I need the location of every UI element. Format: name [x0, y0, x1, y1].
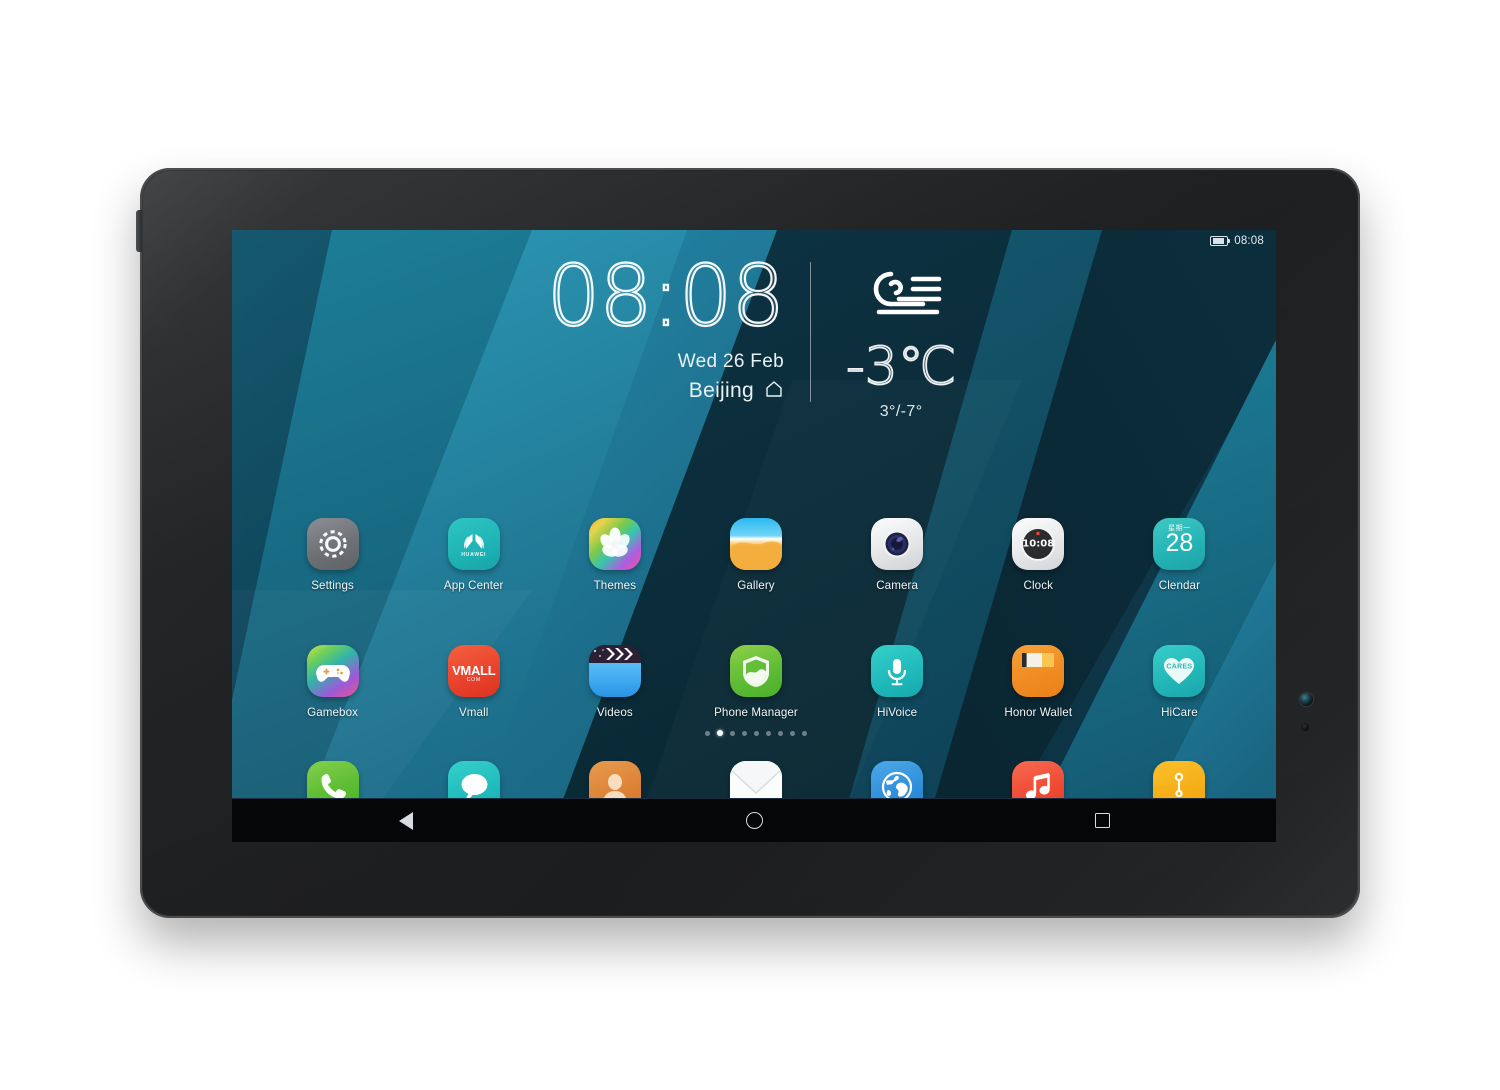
page-dot[interactable] [705, 730, 710, 736]
clapperboard-icon[interactable] [588, 645, 641, 697]
front-camera [1300, 693, 1313, 706]
app-clock[interactable]: 10:08 Clock [968, 518, 1109, 598]
vmall-domain: COM [466, 677, 481, 684]
app-label: Clendar [1158, 579, 1201, 592]
recents-square-icon [1094, 813, 1110, 828]
nav-back-button[interactable] [346, 799, 466, 843]
app-label: Videos [596, 706, 633, 719]
clock-face-icon[interactable]: 10:08 [1012, 518, 1065, 570]
app-label: HiVoice [877, 706, 918, 719]
nav-home-button[interactable] [694, 799, 814, 843]
back-triangle-icon [399, 811, 413, 830]
app-hivoice[interactable]: HiVoice [827, 645, 968, 725]
app-label: Gamebox [307, 706, 359, 719]
gamepad-icon[interactable] [306, 645, 359, 697]
app-gallery[interactable]: Gallery [685, 518, 826, 598]
page-dot[interactable] [766, 730, 771, 736]
row-gap [262, 598, 1250, 645]
clock-weather-widget[interactable]: 08:08 Wed 26 Feb Beijing -3℃ 3°/-7° [232, 248, 1276, 438]
page-dot[interactable] [754, 730, 759, 736]
app-label: Vmall [458, 706, 489, 719]
clock-date: Wed 26 Feb [677, 351, 784, 373]
app-app-center[interactable]: HUAWEI App Center [403, 518, 544, 598]
clock-icon-time: 10:08 [1022, 538, 1055, 550]
nav-recents-button[interactable] [1042, 799, 1162, 843]
app-calendar[interactable]: 星期一 28 Clendar [1109, 518, 1250, 598]
row-gap [262, 741, 1250, 761]
calendar-date-icon[interactable]: 星期一 28 [1153, 518, 1206, 570]
app-label: App Center [443, 579, 504, 592]
heart-icon[interactable]: CARES [1153, 645, 1206, 697]
battery-icon [1210, 236, 1231, 246]
microphone-icon[interactable] [871, 645, 924, 697]
huawei-appcenter-icon[interactable]: HUAWEI [447, 518, 500, 570]
app-row: Settings HUAWEI App Center Themes Galler… [262, 518, 1250, 598]
app-vmall[interactable]: VMALL COM Vmall [403, 645, 544, 725]
vmall-wordmark: VMALL [452, 662, 496, 678]
page-dot[interactable] [790, 730, 795, 736]
app-camera[interactable]: Camera [827, 518, 968, 598]
app-hicare[interactable]: CARES HiCare [1109, 645, 1250, 725]
weather-temperature: -3℃ [845, 337, 957, 397]
wallet-icon[interactable] [1012, 645, 1065, 697]
app-label: Settings [311, 579, 354, 592]
status-bar-clock: 08:08 [1234, 235, 1264, 247]
ambient-sensor [1301, 723, 1309, 731]
cares-wordmark: CARES [1166, 663, 1193, 671]
clock-time: 08:08 [546, 247, 786, 345]
foggy-windy-icon [855, 260, 947, 331]
app-label: Themes [593, 579, 637, 592]
app-phone-manager[interactable]: Phone Manager [685, 645, 826, 725]
clock-city: Beijing [688, 379, 754, 403]
camera-lens-icon[interactable] [871, 518, 924, 570]
huawei-wordmark: HUAWEI [461, 552, 487, 558]
home-icon [764, 379, 784, 403]
calendar-day-number: 28 [1165, 529, 1194, 557]
page-dot[interactable] [802, 730, 807, 736]
shield-icon[interactable] [729, 645, 782, 697]
app-honor-wallet[interactable]: Honor Wallet [968, 645, 1109, 725]
page-dot[interactable] [778, 730, 783, 736]
vmall-icon[interactable]: VMALL COM [447, 645, 500, 697]
clock-location-row: Beijing [689, 379, 784, 403]
app-grid: Settings HUAWEI App Center Themes Galler… [262, 518, 1250, 841]
gallery-landscape-icon[interactable] [729, 518, 782, 570]
app-settings[interactable]: Settings [262, 518, 403, 598]
status-bar: 08:08 [232, 230, 1276, 252]
page-dot[interactable] [717, 730, 723, 736]
app-label: Gallery [737, 579, 775, 592]
page-dot[interactable] [742, 730, 747, 736]
app-label: Phone Manager [714, 706, 798, 719]
themes-pinwheel-icon[interactable] [588, 518, 641, 570]
navigation-bar [232, 798, 1276, 842]
weather-range: 3°/-7° [879, 403, 923, 420]
home-circle-icon [745, 812, 763, 829]
settings-gear-icon[interactable] [306, 518, 359, 570]
page-dot[interactable] [730, 730, 735, 736]
app-label: HiCare [1161, 706, 1198, 719]
app-label: Camera [876, 579, 919, 592]
app-videos[interactable]: Videos [544, 645, 685, 725]
tablet-device: 08:08 08:08 Wed 26 Feb Beijing -3℃ 3°/-7… [136, 168, 1360, 918]
power-button[interactable] [136, 210, 142, 252]
app-themes[interactable]: Themes [544, 518, 685, 598]
app-row: Gamebox VMALL COM Vmall Videos Phone Man… [262, 645, 1250, 725]
tablet-screen: 08:08 08:08 Wed 26 Feb Beijing -3℃ 3°/-7… [232, 230, 1276, 842]
app-gamebox[interactable]: Gamebox [262, 645, 403, 725]
weather-widget[interactable]: -3℃ 3°/-7° [811, 248, 961, 421]
app-label: Clock [1023, 579, 1054, 592]
page-indicator[interactable] [262, 725, 1250, 741]
clock-widget[interactable]: 08:08 Wed 26 Feb Beijing [546, 247, 810, 403]
app-label: Honor Wallet [1004, 706, 1073, 719]
